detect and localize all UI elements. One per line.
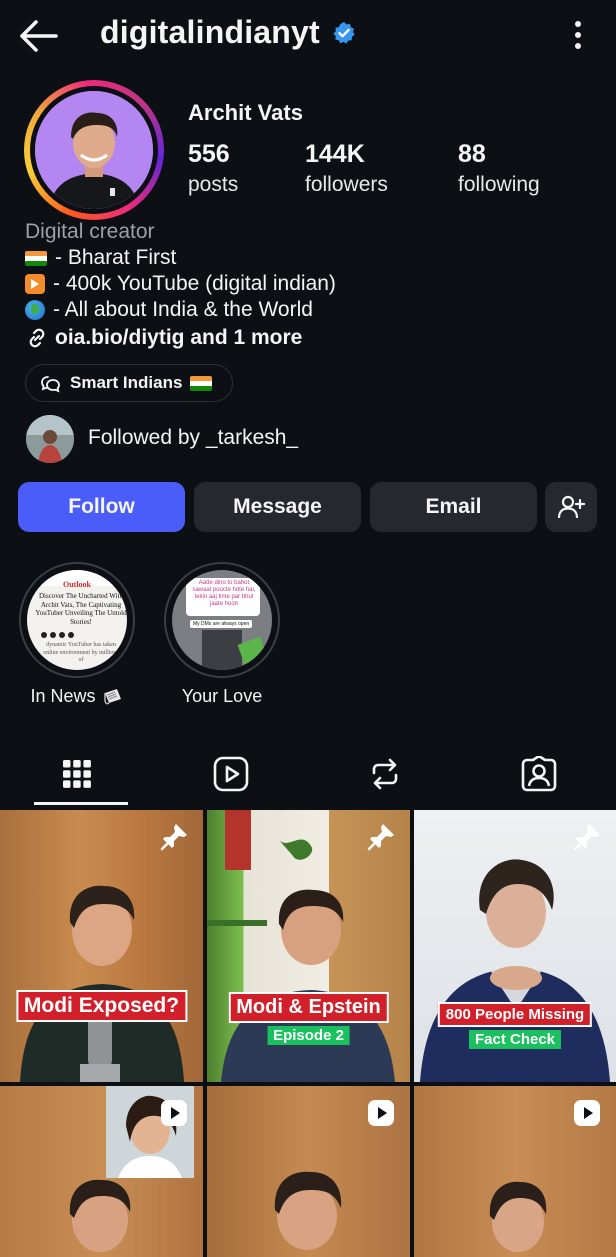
- add-person-icon: [557, 495, 585, 519]
- pin-icon: [160, 824, 187, 851]
- bio-text: - Bharat First: [55, 246, 177, 269]
- highlight-thumb-small: dynamic YouTuber has taken online enviro…: [43, 642, 119, 663]
- reels-icon: [213, 756, 249, 792]
- stat-following[interactable]: 88 following: [458, 140, 540, 197]
- highlight-label: Your Love: [164, 686, 280, 707]
- reel-icon: [161, 1100, 187, 1126]
- stat-posts-value: 556: [188, 140, 230, 168]
- back-arrow-icon[interactable]: [16, 16, 60, 56]
- content-tabs: [0, 740, 616, 808]
- tab-tagged[interactable]: [462, 740, 616, 808]
- bio-text: - All about India & the World: [53, 298, 313, 321]
- grid-icon: [63, 760, 91, 788]
- stat-posts[interactable]: 556 posts: [188, 140, 238, 197]
- highlight-your-love[interactable]: Aade dino to bahot sawaal poocte hote ha…: [164, 562, 280, 707]
- verified-badge-icon: [333, 21, 355, 43]
- post-subcaption: Episode 2: [267, 1026, 350, 1045]
- channel-chat-icon: [41, 376, 60, 393]
- post-caption: Modi Exposed?: [15, 990, 188, 1022]
- highlight-ring: Aade dino to bahot sawaal poocte hote ha…: [164, 562, 280, 678]
- post-tile[interactable]: Modi Exposed?: [0, 810, 203, 1082]
- newspaper-emoji-icon: [103, 688, 121, 704]
- username-text: digitalindianyt: [100, 14, 320, 50]
- post-tile[interactable]: [207, 1086, 410, 1257]
- link-icon: [29, 328, 45, 348]
- suggested-users-button[interactable]: [545, 482, 597, 532]
- pin-icon: [367, 824, 394, 851]
- post-caption: Modi & Epstein: [228, 992, 389, 1023]
- post-tile[interactable]: [414, 1086, 616, 1257]
- active-tab-indicator: [34, 802, 128, 805]
- india-flag-icon: [190, 375, 213, 391]
- highlight-thumb-text: Discover The Uncharted With Archit Vats,…: [35, 592, 127, 626]
- pin-icon: [573, 824, 600, 851]
- bio-link[interactable]: oia.bio/diytig and 1 more: [25, 325, 336, 351]
- highlight-thumbnail: Outlook Discover The Uncharted With Arch…: [27, 570, 127, 670]
- stat-following-value: 88: [458, 140, 486, 168]
- tab-reels[interactable]: [154, 740, 308, 808]
- reel-icon: [574, 1100, 600, 1126]
- tagged-icon: [521, 756, 557, 792]
- reposts-icon: [372, 758, 398, 790]
- profile-username: digitalindianyt: [100, 14, 356, 51]
- top-bar: digitalindianyt: [0, 0, 616, 72]
- stat-posts-label: posts: [188, 173, 239, 196]
- follow-button[interactable]: Follow: [18, 482, 185, 532]
- highlight-label: In News: [19, 686, 135, 707]
- play-button-emoji-icon: [25, 274, 45, 294]
- highlight-thumb-title: Outlook: [62, 580, 91, 589]
- message-button[interactable]: Message: [194, 482, 361, 532]
- globe-emoji-icon: [25, 300, 45, 320]
- highlight-ring: Outlook Discover The Uncharted With Arch…: [19, 562, 135, 678]
- followed-by-text[interactable]: Followed by _tarkesh_: [88, 426, 298, 450]
- bio-line: - All about India & the World: [25, 297, 336, 323]
- bio-line: - 400k YouTube (digital indian): [25, 271, 336, 297]
- post-caption: 800 People Missing: [437, 1002, 593, 1027]
- more-options-icon[interactable]: [574, 20, 582, 50]
- highlight-thumb-small: My DMs are always open: [190, 620, 253, 628]
- email-button[interactable]: Email: [370, 482, 537, 532]
- post-tile[interactable]: [0, 1086, 203, 1257]
- profile-category: Digital creator: [25, 220, 155, 243]
- post-tile[interactable]: Modi & Epstein Episode 2: [207, 810, 410, 1082]
- bio-link-text: oia.bio/diytig and 1 more: [55, 326, 303, 349]
- profile-bio: Digital creator - Bharat First - 400k Yo…: [25, 219, 336, 351]
- bio-text: - 400k YouTube (digital indian): [53, 272, 336, 295]
- highlight-thumbnail: Aade dino to bahot sawaal poocte hote ha…: [172, 570, 272, 670]
- highlight-label-text: In News: [30, 686, 96, 706]
- profile-avatar-ring[interactable]: [24, 80, 164, 220]
- highlight-thumb-text: Aade dino to bahot sawaal poocte hote ha…: [192, 580, 256, 607]
- reel-icon: [368, 1100, 394, 1126]
- profile-avatar: [35, 91, 153, 209]
- highlight-in-news[interactable]: Outlook Discover The Uncharted With Arch…: [19, 562, 135, 707]
- stat-followers[interactable]: 144K followers: [305, 140, 388, 197]
- chip-label: Smart Indians: [70, 373, 183, 392]
- tab-posts-grid[interactable]: [0, 740, 154, 808]
- broadcast-channel-chip[interactable]: Smart Indians: [25, 364, 234, 402]
- avatar-person-image: [35, 91, 153, 209]
- stat-following-label: following: [458, 173, 540, 196]
- post-subcaption: Fact Check: [468, 1030, 562, 1049]
- stat-followers-label: followers: [305, 173, 388, 196]
- mutual-follower-avatar[interactable]: [26, 415, 74, 463]
- profile-full-name: Archit Vats: [188, 100, 303, 125]
- highlight-label-text: Your Love: [181, 686, 263, 706]
- india-flag-icon: [25, 250, 47, 266]
- tab-reposts[interactable]: [308, 740, 462, 808]
- stat-followers-value: 144K: [305, 140, 365, 168]
- bio-line: - Bharat First: [25, 245, 336, 271]
- post-tile[interactable]: 800 People Missing Fact Check: [414, 810, 616, 1082]
